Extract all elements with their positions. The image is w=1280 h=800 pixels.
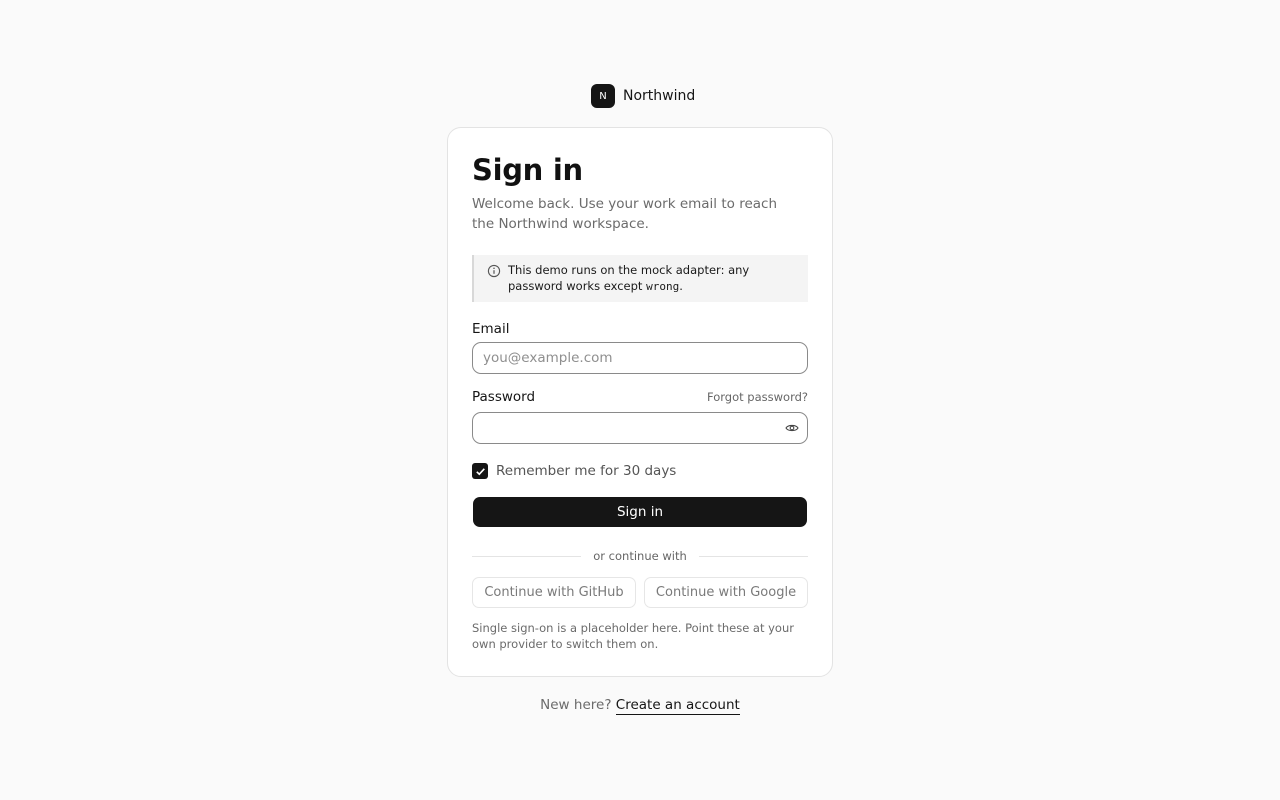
- page-subtitle: Welcome back. Use your work email to rea…: [472, 196, 778, 232]
- sso-buttons: Continue with GitHub Continue with Googl…: [472, 577, 808, 608]
- sso-note: Single sign-on is a placeholder here. Po…: [472, 621, 794, 651]
- footer: New here? Create an account: [0, 697, 1280, 715]
- info-icon: [487, 264, 501, 278]
- divider-text: or continue with: [593, 549, 687, 563]
- eye-icon[interactable]: [785, 421, 799, 435]
- notice-text-end: .: [679, 279, 683, 293]
- divider: or continue with: [472, 548, 809, 564]
- forgot-password-link[interactable]: Forgot password?: [707, 390, 808, 404]
- continue-with-google-button[interactable]: Continue with Google: [644, 577, 808, 608]
- divider-line-right: [698, 555, 809, 557]
- sign-in-card: Sign in Welcome back. Use your work emai…: [447, 127, 833, 677]
- password-field-wrapper: [472, 412, 808, 444]
- password-field[interactable]: [472, 412, 808, 444]
- email-label: Email: [472, 321, 510, 337]
- create-account-link[interactable]: Create an account: [615, 697, 740, 715]
- notice-text: This demo runs on the mock adapter: any …: [508, 263, 750, 293]
- brand-name: Northwind: [623, 88, 696, 104]
- brand-logo: N: [591, 84, 615, 108]
- footer-prompt: New here?: [540, 697, 612, 713]
- brand: N Northwind: [591, 84, 695, 108]
- demo-notice: This demo runs on the mock adapter: any …: [472, 255, 808, 302]
- page-title: Sign in: [472, 153, 583, 187]
- remember-checkbox[interactable]: [472, 463, 488, 479]
- check-icon: [475, 467, 485, 475]
- remember-me[interactable]: Remember me for 30 days: [472, 462, 808, 480]
- notice-code: wrong: [646, 280, 680, 293]
- sign-in-button[interactable]: Sign in: [473, 497, 807, 527]
- email-field[interactable]: [472, 342, 808, 374]
- divider-line-left: [472, 555, 582, 557]
- continue-with-github-button[interactable]: Continue with GitHub: [472, 577, 636, 608]
- remember-label: Remember me for 30 days: [496, 463, 677, 479]
